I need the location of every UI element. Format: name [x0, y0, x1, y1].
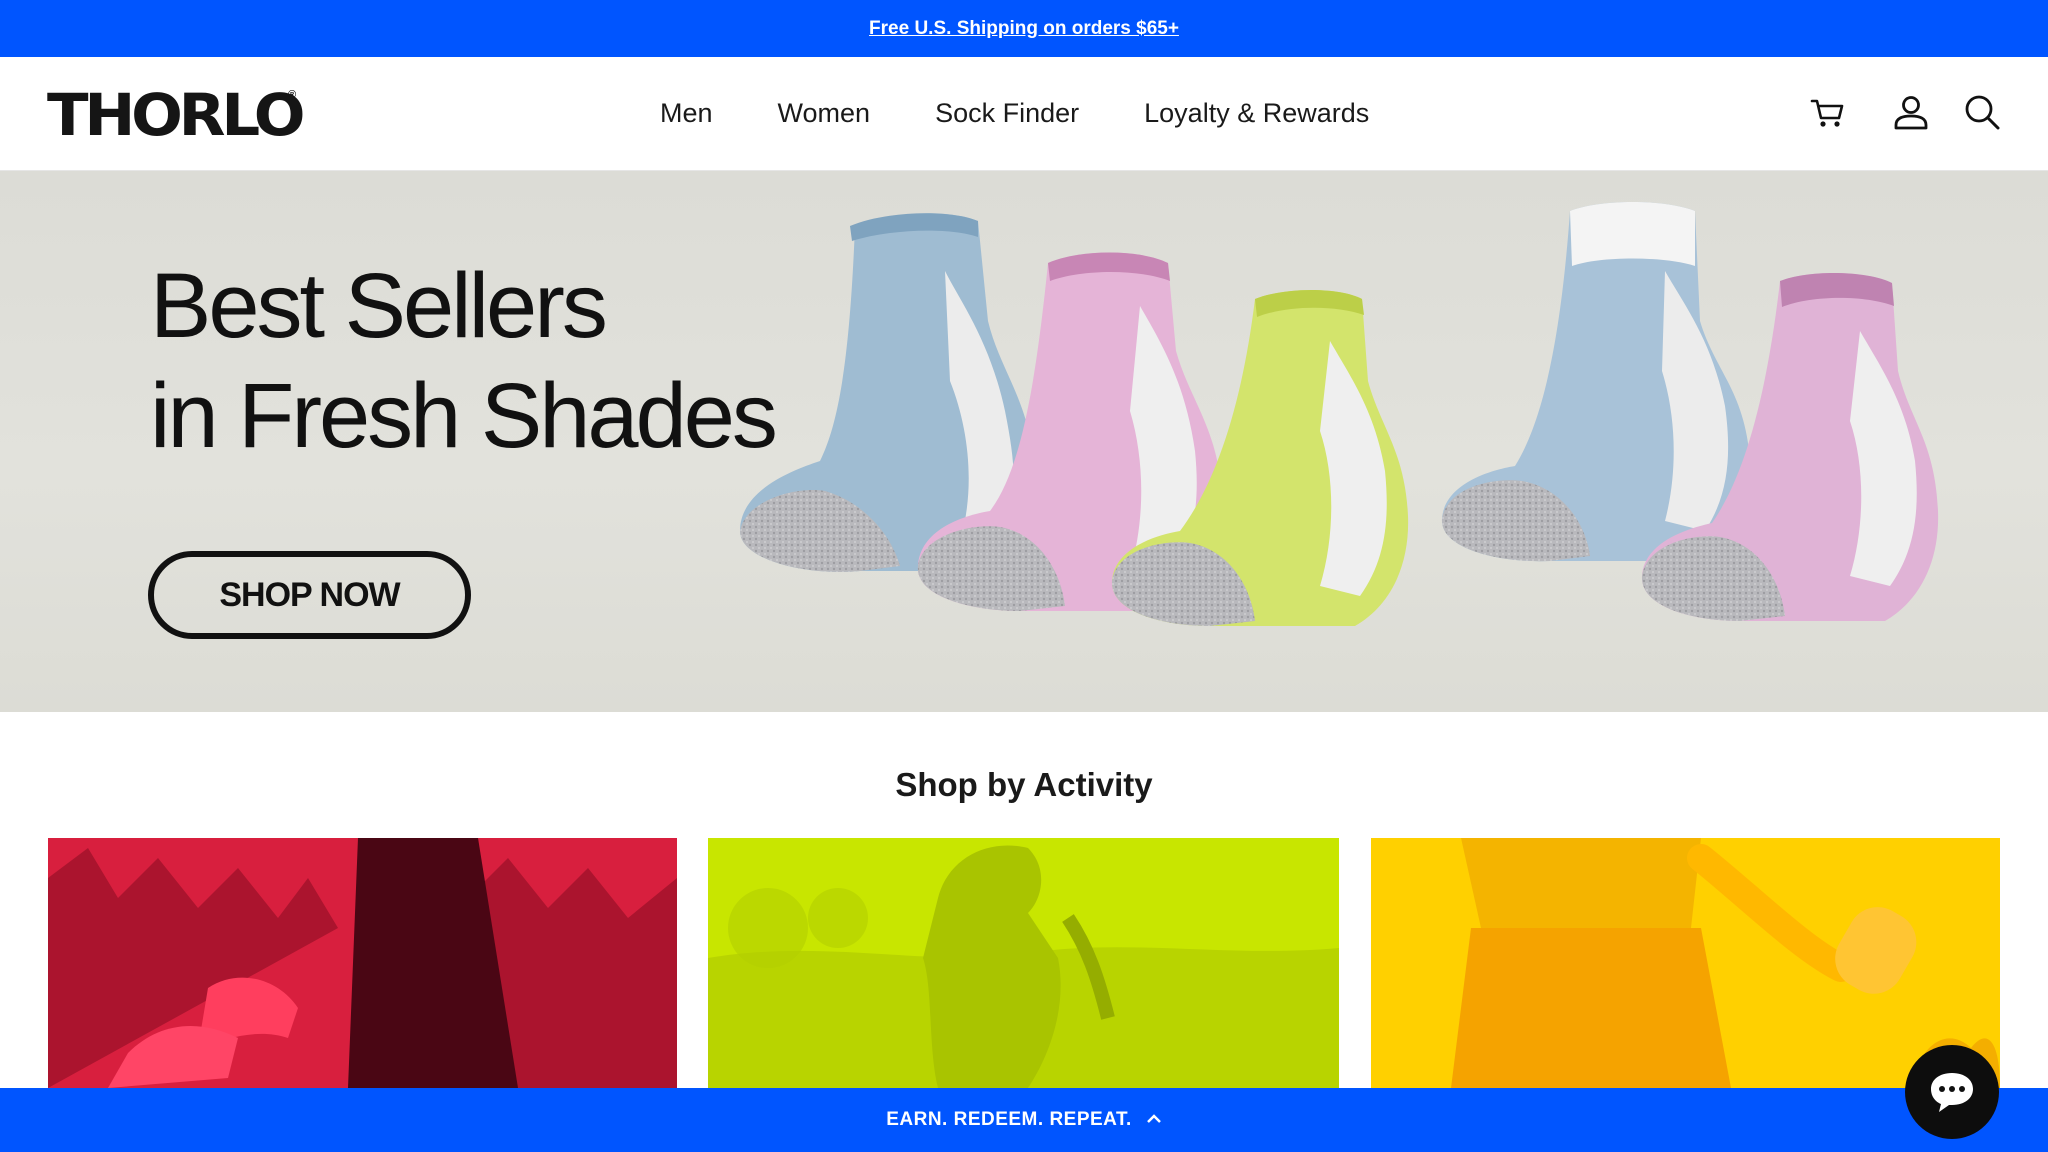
registered-mark: ® — [288, 89, 297, 101]
nav-loyalty-rewards[interactable]: Loyalty & Rewards — [1144, 95, 1369, 131]
nav-sock-finder[interactable]: Sock Finder — [935, 95, 1079, 131]
thorlo-logo[interactable]: THORLO — [47, 86, 306, 144]
hero-title: Best Sellers in Fresh Shades — [150, 251, 778, 471]
shop-by-activity-heading: Shop by Activity — [895, 766, 1153, 803]
account-icon[interactable] — [1891, 92, 1931, 132]
rewards-bar-text: EARN. REDEEM. REPEAT. — [886, 1109, 1132, 1130]
hero-banner[interactable]: Best Sellers in Fresh Shades SHOP NOW — [0, 171, 2048, 712]
free-shipping-link[interactable]: Free U.S. Shipping on orders $65+ — [869, 18, 1179, 40]
cart-icon[interactable] — [1808, 92, 1848, 132]
activity-tile-pickleball[interactable] — [1371, 838, 2000, 1088]
site-header: THORLO ® Men Women Sock Finder Loyalty &… — [0, 57, 2048, 171]
pickleball-image — [1371, 838, 2000, 1088]
golf-image — [708, 838, 1339, 1088]
search-icon[interactable] — [1962, 92, 2002, 132]
activity-tile-running[interactable] — [48, 838, 677, 1088]
chat-button[interactable] — [1905, 1045, 1999, 1139]
chat-bubble-icon — [1931, 1073, 1973, 1112]
chevron-up-icon — [1146, 1111, 1162, 1129]
hero-socks-image — [740, 202, 1939, 626]
sock-blue-2 — [1441, 202, 1751, 562]
running-image — [48, 838, 677, 1088]
announcement-bar: Free U.S. Shipping on orders $65+ — [0, 0, 2048, 57]
activity-tile-golf[interactable] — [708, 838, 1339, 1088]
main-nav: Men Women Sock Finder Loyalty & Rewards — [660, 95, 1434, 131]
hero-title-line-1: Best Sellers — [150, 255, 608, 357]
hero-title-line-2: in Fresh Shades — [150, 365, 778, 467]
shop-now-button[interactable]: SHOP NOW — [148, 551, 471, 639]
nav-men[interactable]: Men — [660, 95, 713, 131]
nav-women[interactable]: Women — [778, 95, 871, 131]
rewards-bar[interactable]: EARN. REDEEM. REPEAT. — [0, 1088, 2048, 1152]
